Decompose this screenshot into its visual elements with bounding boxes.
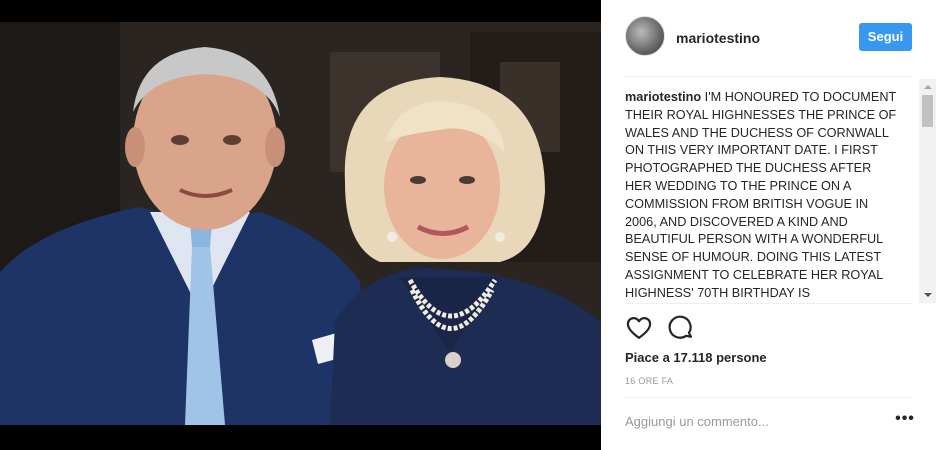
username-link[interactable]: mariotestino: [676, 30, 760, 46]
photo-area: [0, 0, 601, 450]
avatar[interactable]: [625, 16, 665, 56]
post-details-panel: mariotestino Segui mariotestino I'M HONO…: [601, 0, 936, 450]
caption-username-link[interactable]: mariotestino: [625, 90, 701, 104]
more-options-icon[interactable]: •••: [895, 411, 915, 430]
post-timestamp[interactable]: 16 ORE FA: [625, 376, 673, 386]
heart-icon[interactable]: [625, 314, 653, 342]
post-header: mariotestino Segui: [601, 0, 936, 76]
scroll-up-arrow[interactable]: [924, 85, 932, 89]
caption-text: I'M HONOURED TO DOCUMENT THEIR ROYAL HIG…: [625, 90, 897, 300]
divider: [625, 303, 912, 304]
follow-button[interactable]: Segui: [859, 23, 912, 51]
portrait-illustration: [0, 22, 601, 425]
caption-scrollbar[interactable]: [919, 79, 936, 303]
divider: [625, 76, 912, 77]
caption: mariotestino I'M HONOURED TO DOCUMENT TH…: [625, 89, 897, 302]
scroll-down-arrow[interactable]: [924, 293, 932, 297]
scroll-thumb[interactable]: [922, 95, 933, 127]
comment-bubble-icon[interactable]: [667, 314, 695, 342]
likes-count[interactable]: Piace a 17.118 persone: [625, 350, 767, 365]
divider: [625, 397, 912, 398]
comment-input[interactable]: [625, 410, 865, 432]
post-photo[interactable]: [0, 22, 601, 425]
caption-scroll-area[interactable]: mariotestino I'M HONOURED TO DOCUMENT TH…: [625, 80, 921, 302]
